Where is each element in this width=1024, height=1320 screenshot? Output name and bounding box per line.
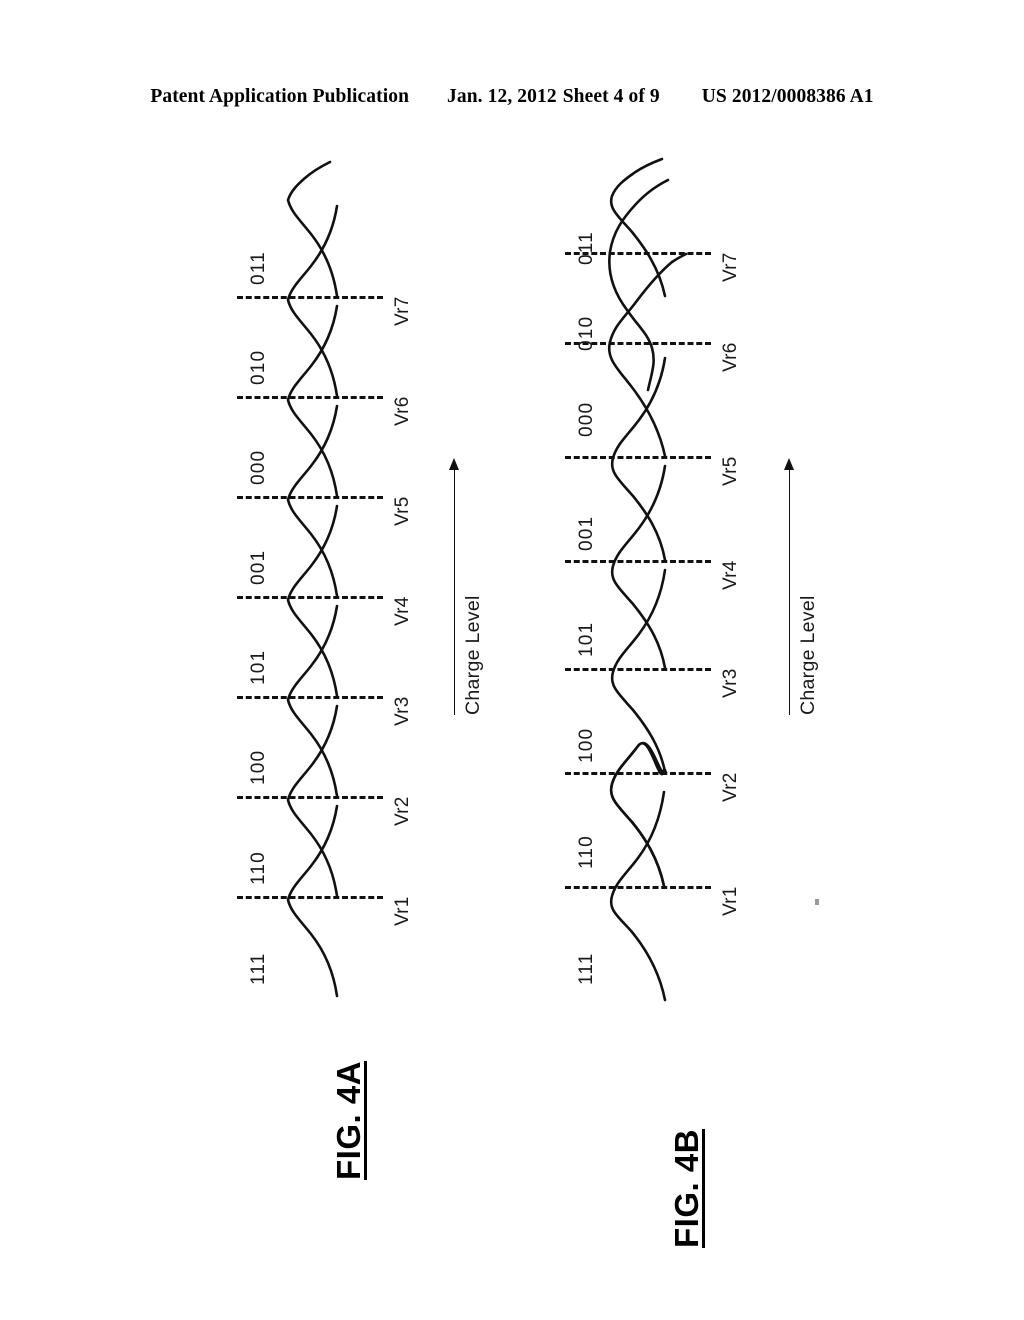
threshold-label-vr2: Vr2 [720, 772, 741, 802]
figure-4b-distribution-curves [607, 157, 688, 1002]
threshold-line-vr4 [565, 560, 711, 563]
state-label-111: 111 [576, 952, 597, 985]
charge-level-axis-arrow [784, 458, 794, 470]
threshold-label-vr1: Vr1 [720, 886, 741, 916]
figure-4b-caption: FIG. 4B [668, 1128, 705, 1248]
state-label-110: 110 [576, 835, 597, 869]
threshold-line-vr5 [565, 456, 711, 459]
threshold-line-vr2 [565, 772, 711, 775]
threshold-line-vr3 [565, 668, 711, 671]
charge-level-axis-label: Charge Level [797, 595, 819, 715]
threshold-label-vr5: Vr5 [720, 456, 741, 486]
scan-artifact-speck [815, 899, 819, 905]
threshold-label-vr7: Vr7 [720, 252, 741, 282]
state-label-001: 001 [576, 515, 597, 551]
state-label-101: 101 [576, 621, 597, 657]
state-label-011: 011 [576, 231, 597, 265]
state-label-010: 010 [576, 315, 597, 351]
threshold-line-vr1 [565, 886, 711, 889]
threshold-label-vr6: Vr6 [720, 342, 741, 372]
figure-4b: Vr1 Vr2 Vr3 Vr4 Vr5 Vr6 Vr7 111 110 100 … [0, 0, 1024, 1320]
charge-level-axis-line [789, 470, 790, 715]
state-label-000: 000 [576, 401, 597, 437]
state-label-100: 100 [576, 727, 597, 763]
threshold-label-vr4: Vr4 [720, 560, 741, 590]
threshold-label-vr3: Vr3 [720, 668, 741, 698]
